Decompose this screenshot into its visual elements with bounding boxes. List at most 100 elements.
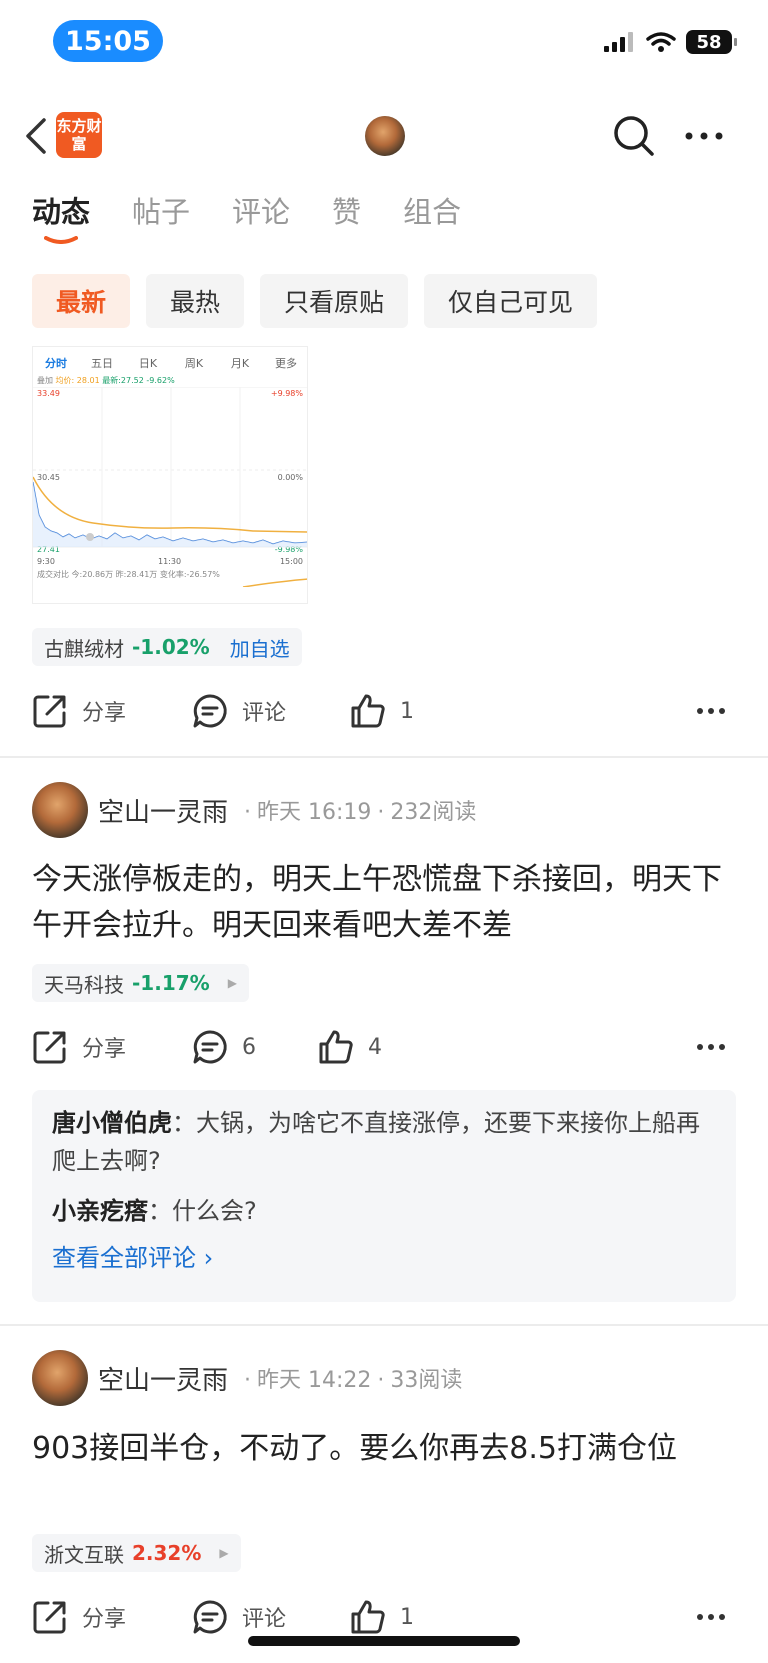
share-label: 分享	[82, 1037, 127, 1062]
filter-hot[interactable]: 最热	[146, 274, 245, 328]
post-header: 空山一灵雨 · 昨天 14:22 · 33阅读	[32, 1348, 736, 1408]
chart-legend-avg: 均价: 28.01	[55, 376, 100, 385]
chart-tab: 日K	[138, 357, 158, 370]
share-label: 分享	[82, 1607, 127, 1632]
post-meta: · 昨天 16:19 · 232阅读	[244, 800, 477, 825]
avatar[interactable]	[365, 116, 405, 156]
more-dots-icon	[685, 132, 723, 140]
post-meta: · 昨天 14:22 · 33阅读	[244, 1368, 463, 1393]
stock-chip[interactable]: 浙文互联 2.32% ▶	[32, 1534, 241, 1572]
more-options-button[interactable]	[680, 112, 728, 160]
stock-change: 2.32%	[132, 1541, 202, 1565]
share-button[interactable]: 分享	[32, 686, 126, 736]
filter-private[interactable]: 仅自己可见	[424, 274, 598, 328]
stock-name: 天马科技	[44, 972, 124, 997]
cellular-signal-icon	[604, 32, 633, 52]
stock-name: 浙文互联	[44, 1542, 124, 1567]
like-count: 1	[400, 698, 414, 724]
comment-author[interactable]: 小亲疙瘩	[52, 1197, 148, 1225]
tab-posts[interactable]: 帖子	[132, 192, 190, 242]
comment-item[interactable]: 唐小僧伯虎：大锅，为啥它不直接涨停，还要下来接你上船再爬上去啊?	[52, 1104, 716, 1180]
comment-author[interactable]: 唐小僧伯虎	[52, 1109, 172, 1137]
share-button[interactable]: 分享	[32, 1022, 126, 1072]
chart-tab: 更多	[275, 357, 297, 370]
avatar[interactable]	[32, 782, 88, 838]
status-icons: 58	[604, 30, 737, 54]
post-divider	[0, 756, 768, 758]
post-actions: 分享 6 4	[32, 1022, 736, 1072]
chart-legend: 叠加 均价: 28.01 最新:27.52 -9.62%	[37, 375, 175, 386]
like-button[interactable]: 1	[350, 686, 414, 736]
comment-text: ：什么会?	[148, 1197, 257, 1225]
like-count: 1	[400, 1604, 414, 1630]
share-icon	[33, 1601, 66, 1634]
comment-item[interactable]: 小亲疙瘩：什么会?	[52, 1192, 716, 1230]
stock-change: -1.02%	[132, 635, 210, 659]
share-icon	[33, 695, 66, 728]
post-more-button[interactable]	[686, 686, 736, 736]
tab-dynamic[interactable]: 动态	[32, 192, 91, 244]
view-all-comments-link[interactable]: 查看全部评论 ›	[52, 1238, 716, 1273]
thumbs-up-icon	[351, 694, 385, 728]
comment-button[interactable]: 6	[192, 1022, 256, 1072]
like-button[interactable]: 4	[318, 1022, 382, 1072]
battery-icon: 58	[686, 30, 737, 54]
more-dots-icon	[697, 1614, 725, 1620]
chart-tab: 五日	[91, 357, 113, 370]
stock-chip[interactable]: 古麒绒材 -1.02% 加自选	[32, 628, 302, 666]
chart-legend-prefix: 叠加	[37, 376, 53, 385]
stock-chip[interactable]: 天马科技 -1.17% ▶	[32, 964, 249, 1002]
tab-active-indicator	[44, 236, 78, 244]
chevron-left-icon	[26, 118, 46, 154]
search-button[interactable]	[610, 112, 658, 160]
author-name[interactable]: 空山一灵雨	[98, 792, 228, 829]
chart-tab: 月K	[230, 357, 250, 370]
comment-icon	[193, 1030, 227, 1064]
chart-volume-text: 成交对比 今:20.86万 昨:28.41万 变化率:-26.57%	[37, 570, 220, 579]
home-indicator[interactable]	[248, 1636, 520, 1646]
comments-preview: 唐小僧伯虎：大锅，为啥它不直接涨停，还要下来接你上船再爬上去啊? 小亲疙瘩：什么…	[32, 1090, 736, 1302]
post-body[interactable]: 今天涨停板走的，明天上午恐慌盘下杀接回，明天下午开会拉升。明天回来看吧大差不差	[32, 857, 742, 949]
like-count: 4	[368, 1034, 382, 1060]
post-body[interactable]: 903接回半仓，不动了。要么你再去8.5打满仓位	[32, 1426, 722, 1472]
tab-likes[interactable]: 赞	[332, 192, 361, 242]
tab-bar: 动态 帖子 评论 赞 组合	[32, 192, 503, 252]
back-button[interactable]	[16, 114, 56, 158]
comment-icon	[193, 1600, 227, 1634]
play-arrow-icon: ▶	[219, 1546, 229, 1560]
author-name[interactable]: 空山一灵雨	[98, 1360, 228, 1397]
add-to-watchlist-button[interactable]: 加自选	[230, 633, 290, 662]
filter-original-only[interactable]: 只看原贴	[260, 274, 409, 328]
post-more-button[interactable]	[686, 1592, 736, 1642]
app-logo[interactable]: 东方财富	[56, 112, 102, 158]
comment-label: 评论	[242, 1607, 287, 1632]
comment-button[interactable]: 评论	[192, 686, 286, 736]
post-actions: 分享 评论 1	[32, 686, 736, 736]
tab-label: 动态	[32, 195, 91, 229]
share-icon	[33, 1031, 66, 1064]
post-more-button[interactable]	[686, 1022, 736, 1072]
comment-button[interactable]: 评论	[192, 1592, 286, 1642]
stock-chart-thumbnail[interactable]: 分时 五日 日K 周K 月K 更多 叠加 均价: 28.01 最新:27.52 …	[32, 346, 308, 604]
filter-latest[interactable]: 最新	[32, 274, 131, 328]
like-button[interactable]: 1	[350, 1592, 414, 1642]
chart-tab: 分时	[45, 357, 67, 370]
comment-icon	[193, 694, 227, 728]
tab-comments[interactable]: 评论	[232, 192, 290, 242]
search-icon	[614, 116, 654, 156]
chart-time-mid: 11:30	[158, 557, 182, 566]
chart-time-start: 9:30	[37, 557, 55, 566]
play-arrow-icon: ▶	[227, 976, 237, 990]
avatar[interactable]	[32, 1350, 88, 1406]
thumbs-up-icon	[319, 1030, 353, 1064]
share-label: 分享	[82, 701, 127, 726]
post-time: 昨天 16:19	[257, 800, 372, 825]
wifi-icon	[646, 32, 676, 52]
stock-name: 古麒绒材	[44, 636, 124, 661]
tab-portfolio[interactable]: 组合	[403, 192, 461, 242]
post-actions: 分享 评论 1	[32, 1592, 736, 1642]
chart-legend-last: 最新:27.52 -9.62%	[102, 376, 175, 385]
post-time: 昨天 14:22	[257, 1368, 372, 1393]
share-button[interactable]: 分享	[32, 1592, 126, 1642]
post-reads: 33阅读	[390, 1368, 463, 1393]
